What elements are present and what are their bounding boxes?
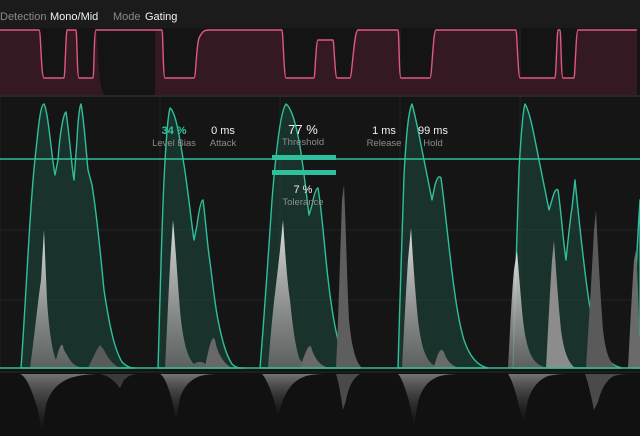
attack-value: 0 ms [211,125,235,137]
release-control[interactable]: 1 ms Release [367,125,402,150]
tolerance-control[interactable]: 7 % Tolerance [282,184,323,209]
level-bias-value: 34 % [161,125,187,137]
release-value: 1 ms [372,125,396,137]
release-label: Release [366,138,402,149]
threshold-value: 77 % [288,122,318,137]
hold-label: Hold [423,138,443,149]
hold-value: 99 ms [418,125,448,137]
level-bias-label: Level Bias [152,138,196,149]
tolerance-value: 7 % [293,184,313,196]
gate-editor: Detection Mono/Mid Mode Gating 34 % Leve… [0,0,640,436]
attack-label: Attack [209,138,237,149]
threshold-label: Threshold [281,137,325,148]
tolerance-handle-lower[interactable] [272,170,336,175]
threshold-control[interactable]: 77 % Threshold [282,122,324,149]
threshold-handle-upper[interactable] [272,155,336,160]
hold-control[interactable]: 99 ms Hold [418,125,448,150]
level-bias-control[interactable]: 34 % Level Bias [152,125,196,150]
detector-view [0,98,640,436]
tolerance-label: Tolerance [282,197,324,208]
attack-control[interactable]: 0 ms Attack [210,125,236,150]
